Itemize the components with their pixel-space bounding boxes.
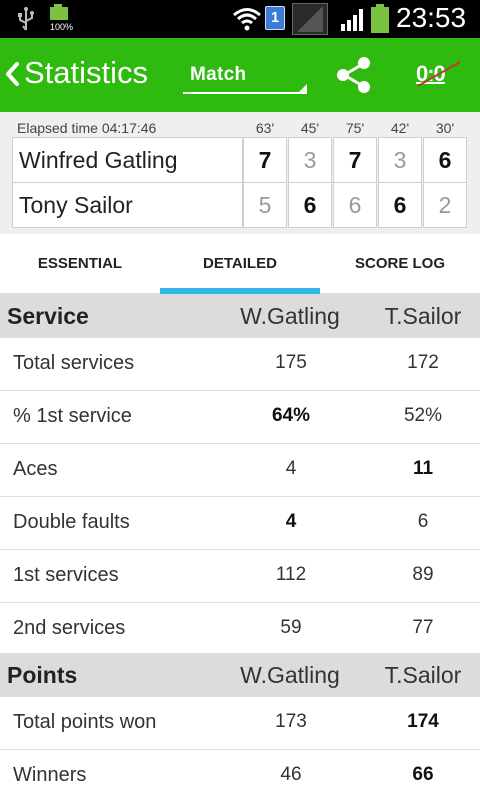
section-title: Points [7, 662, 78, 688]
stat-value-player-2: 66 [412, 764, 434, 785]
stat-value-player-2: 89 [412, 564, 434, 585]
tab-detailed[interactable]: DETAILED [160, 234, 320, 294]
stat-value-player-1: 112 [275, 564, 307, 585]
section-header-points: Points W.Gatling T.Sailor [0, 653, 480, 697]
stat-value-player-1: 4 [285, 458, 297, 479]
stat-label: Double faults [13, 511, 130, 533]
player-2-score-row: Tony Sailor 5 6 6 6 2 [12, 182, 468, 228]
reset-score-button[interactable]: 0:0 [416, 56, 464, 92]
stat-row-aces: Aces 4 11 [0, 444, 480, 497]
stat-value-player-2: 77 [412, 617, 434, 638]
status-bar: 100% 1 23:53 [0, 0, 480, 38]
stat-value-player-1: 175 [275, 352, 307, 373]
sim-icon: 1 [265, 6, 285, 30]
stat-row-double-faults: Double faults 4 6 [0, 497, 480, 550]
battery-icon [370, 4, 390, 39]
score-panel: Elapsed time 04:17:46 63' 45' 75' 42' 30… [0, 112, 480, 234]
player-2-set-2: 6 [288, 182, 332, 228]
player-1-set-2: 3 [288, 137, 332, 183]
player-1-set-5: 6 [423, 137, 467, 183]
player-2-set-1: 5 [243, 182, 287, 228]
dropdown-underline [183, 92, 307, 94]
set-2-duration: 45' [300, 120, 320, 136]
wifi-icon [232, 6, 262, 37]
stat-label: % 1st service [13, 405, 132, 427]
signal-icon [340, 8, 366, 37]
stat-row-second-services: 2nd services 59 77 [0, 603, 480, 656]
player-2-cell: Tony Sailor [12, 182, 243, 228]
usb-icon [16, 6, 36, 37]
stat-row-winners: Winners 46 66 [0, 750, 480, 800]
tab-score-log[interactable]: SCORE LOG [320, 234, 480, 294]
set-3-duration: 75' [345, 120, 365, 136]
strike-icon [416, 56, 464, 97]
player-2-set-5: 2 [423, 182, 467, 228]
set-5-duration: 30' [435, 120, 455, 136]
stat-value-player-1: 64% [271, 405, 311, 426]
stat-value-player-2: 174 [407, 711, 439, 732]
player-2-name: Tony Sailor [19, 192, 133, 218]
player-1-score-row: Winfred Gatling 7 3 7 3 6 [12, 137, 468, 183]
stat-label: Total services [13, 352, 135, 374]
stat-label: Winners [13, 764, 87, 786]
stat-label: Total points won [13, 711, 157, 733]
section-title: Service [7, 303, 89, 329]
stat-row-first-service-pct: % 1st service 64% 52% [0, 391, 480, 444]
set-4-duration: 42' [390, 120, 410, 136]
dropdown-arrow-icon [299, 84, 307, 92]
share-icon [334, 57, 374, 99]
stat-value-player-2: 172 [407, 352, 439, 373]
player-1-set-4: 3 [378, 137, 422, 183]
column-player-2: T.Sailor [384, 662, 462, 688]
match-dropdown[interactable]: Match [183, 58, 307, 94]
column-player-2: T.Sailor [384, 303, 462, 329]
column-player-1: W.Gatling [240, 303, 340, 329]
stat-value-player-1: 4 [285, 511, 297, 532]
column-player-1: W.Gatling [240, 662, 340, 688]
no-signal-icon [292, 3, 328, 35]
clock: 23:53 [396, 2, 467, 33]
match-dropdown-value: Match [190, 64, 247, 85]
stat-row-first-services: 1st services 112 89 [0, 550, 480, 603]
section-header-service: Service W.Gatling T.Sailor [0, 294, 480, 338]
stat-value-player-2: 11 [412, 458, 434, 479]
stat-row-total-points-won: Total points won 173 174 [0, 697, 480, 750]
stat-value-player-1: 173 [275, 711, 307, 732]
battery-percent: 100% [50, 22, 74, 32]
stat-value-player-2: 52% [403, 405, 443, 426]
tab-bar: ESSENTIAL DETAILED SCORE LOG [0, 234, 480, 294]
player-2-set-4: 6 [378, 182, 422, 228]
tab-essential[interactable]: ESSENTIAL [0, 234, 160, 294]
page-title[interactable]: Statistics [24, 55, 148, 91]
stat-label: Aces [13, 458, 58, 480]
stat-value-player-1: 46 [280, 764, 302, 785]
player-2-set-3: 6 [333, 182, 377, 228]
share-button[interactable] [334, 55, 374, 95]
action-bar: Statistics Match 0:0 [0, 38, 480, 112]
player-1-name: Winfred Gatling [19, 147, 178, 173]
stat-value-player-2: 6 [417, 511, 429, 532]
elapsed-time: Elapsed time 04:17:46 [17, 120, 157, 136]
stat-value-player-1: 59 [280, 617, 302, 638]
player-1-set-3: 7 [333, 137, 377, 183]
player-1-cell: Winfred Gatling [12, 137, 243, 183]
stat-row-total-services: Total services 175 172 [0, 338, 480, 391]
back-arrow-icon[interactable] [2, 56, 22, 92]
stat-label: 2nd services [13, 617, 126, 639]
stat-label: 1st services [13, 564, 119, 586]
set-1-duration: 63' [255, 120, 275, 136]
player-1-set-1: 7 [243, 137, 287, 183]
